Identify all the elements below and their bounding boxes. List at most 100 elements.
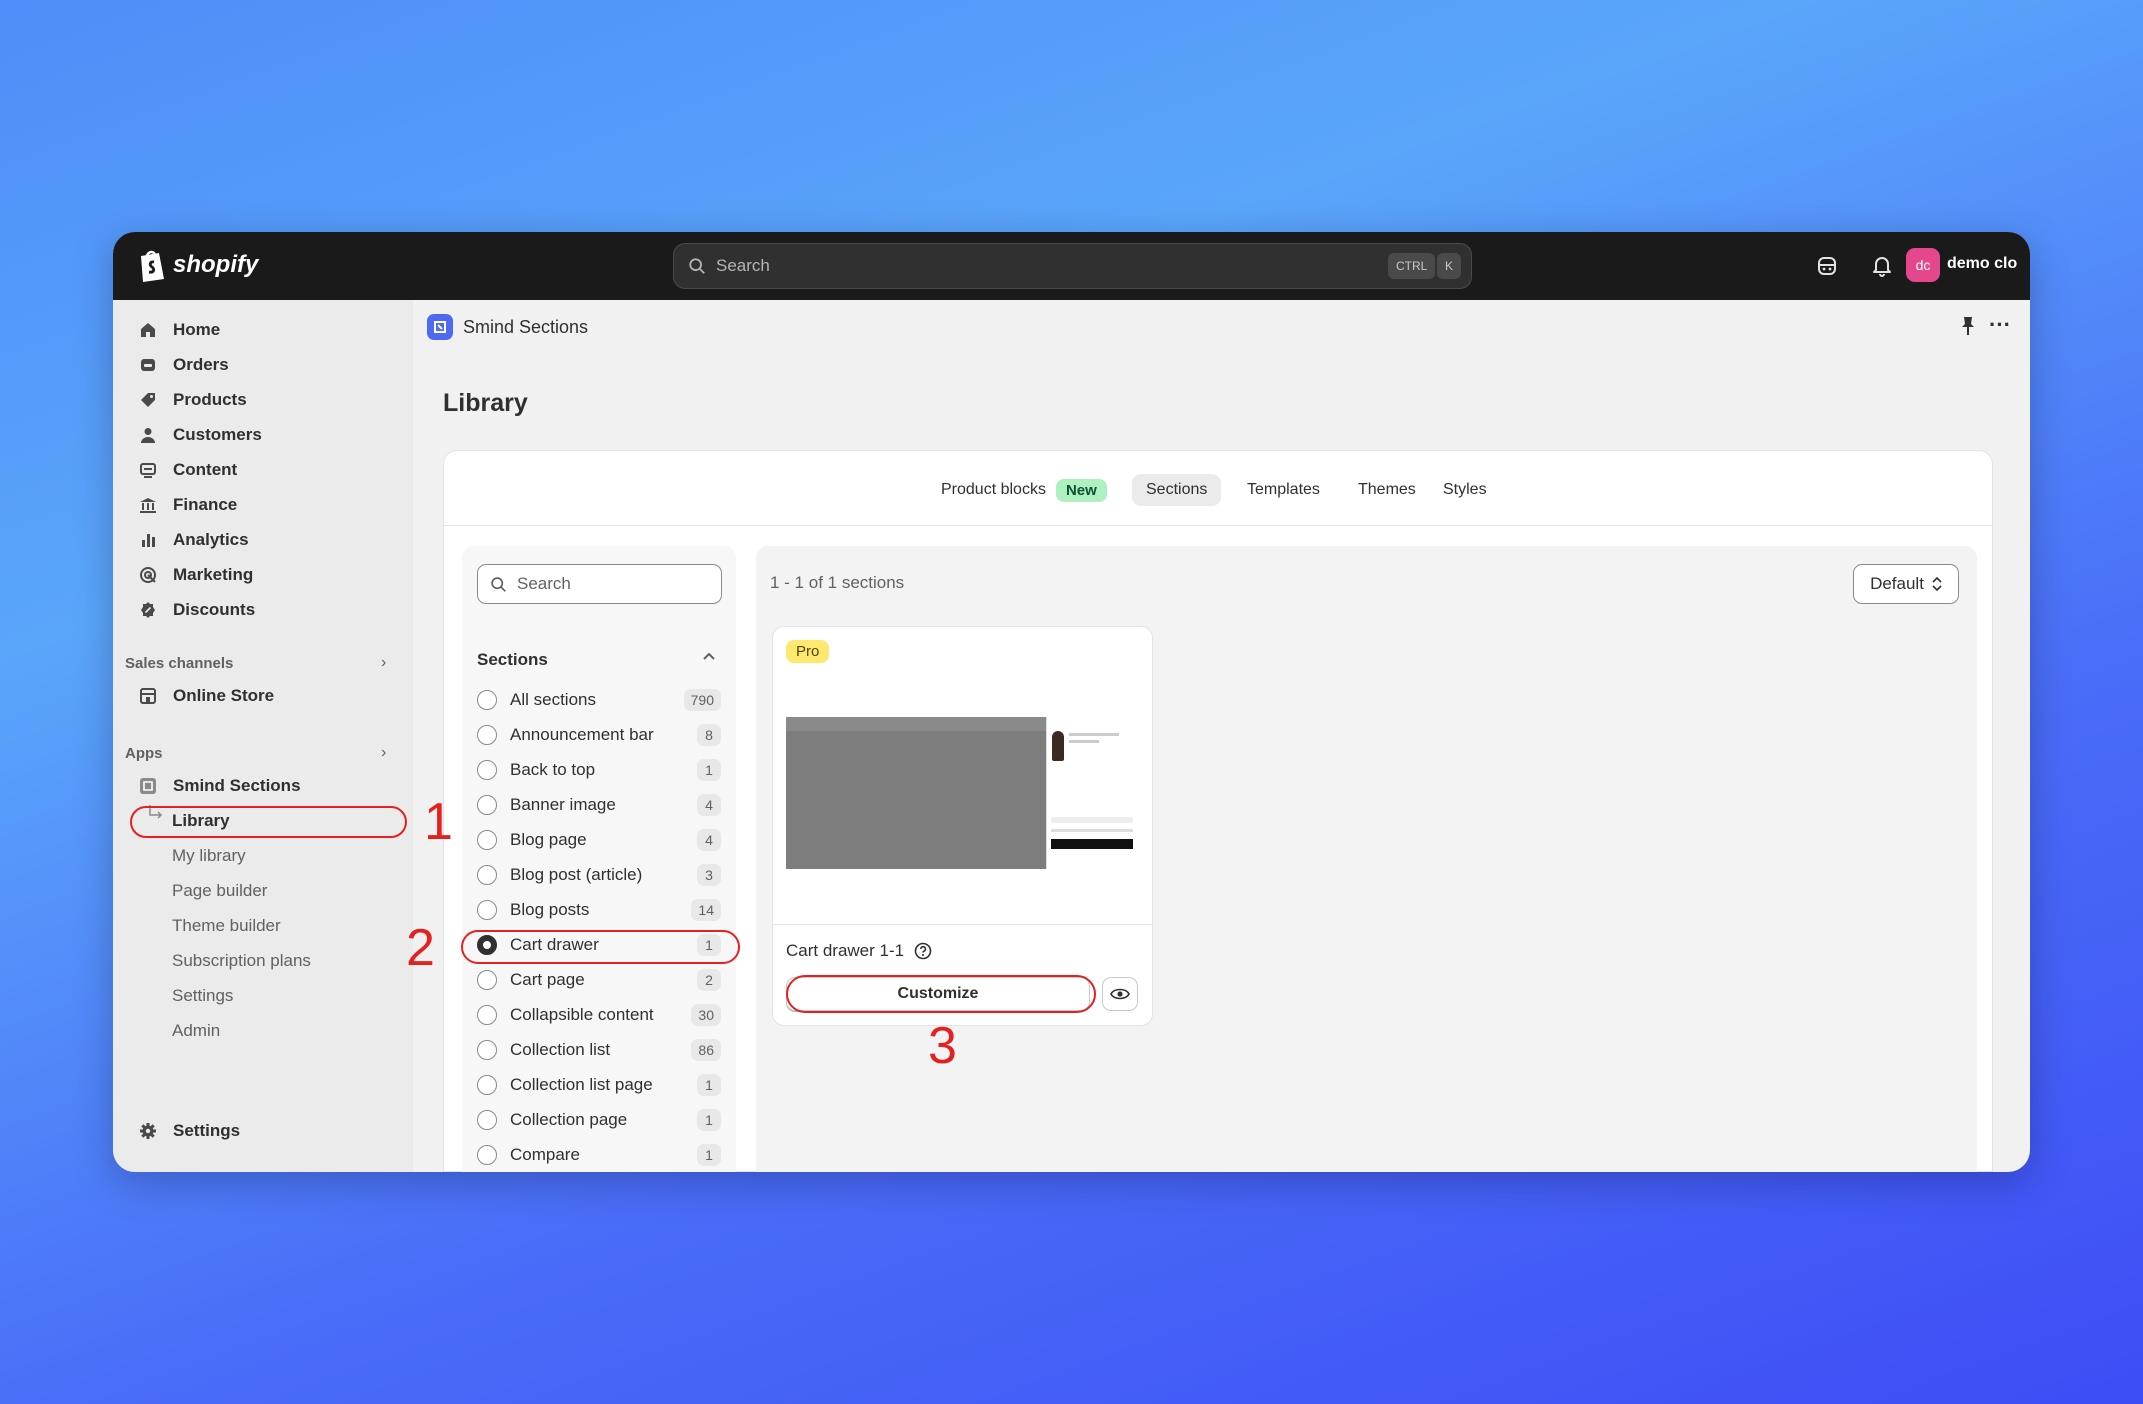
radio-button[interactable] [477,1145,497,1165]
gear-icon [137,1120,159,1142]
sidebar-item-label: Home [173,320,221,339]
search-icon [491,576,506,592]
preview-text-line [1051,829,1133,832]
bank-icon [137,494,159,516]
app-header: Smind Sections [427,314,588,340]
tab-product-blocks[interactable]: Product blocks New [927,474,1121,506]
filter-option-collection-page[interactable]: Collection page 1 [477,1105,721,1135]
pin-icon[interactable] [1959,316,1977,341]
radio-button[interactable] [477,1075,497,1095]
radio-button[interactable] [477,900,497,920]
section-preview-image[interactable] [786,717,1136,869]
radio-button[interactable] [477,865,497,885]
filter-option-all-sections[interactable]: All sections 790 [477,685,721,715]
filter-option-collection-list[interactable]: Collection list 86 [477,1035,721,1065]
sidebar-item-smind-sections[interactable]: Smind Sections [137,770,301,802]
preview-eye-button[interactable] [1102,977,1138,1011]
filter-option-blog-post-article[interactable]: Blog post (article) 3 [477,860,721,890]
option-label: Cart page [510,970,585,989]
shopify-logo[interactable]: shopify [137,248,258,282]
tab-themes[interactable]: Themes [1344,474,1430,506]
radio-button[interactable] [477,725,497,745]
orders-icon [137,354,159,376]
sidebar-item-customers[interactable]: Customers [137,419,262,451]
sidebar-item-discounts[interactable]: Discounts [137,594,255,626]
search-placeholder: Search [716,256,770,275]
option-label: Collection list [510,1040,611,1059]
library-card: Product blocks New Sections Templates Th… [443,450,1993,1172]
chevron-right-icon[interactable]: › [381,744,386,762]
sidebar-item-online-store[interactable]: Online Store [137,680,274,712]
tab-styles[interactable]: Styles [1429,474,1501,506]
sidebar-item-home[interactable]: Home [137,314,220,346]
filter-option-collapsible-content[interactable]: Collapsible content 30 [477,1000,721,1030]
top-bar: shopify Search CTRL K dc demo clo [113,232,2030,300]
filter-option-cart-page[interactable]: Cart page 2 [477,965,721,995]
filter-option-compare[interactable]: Compare 1 [477,1140,721,1170]
sales-channels-label[interactable]: Sales channels [125,655,233,672]
filter-option-blog-posts[interactable]: Blog posts 14 [477,895,721,925]
radio-button[interactable] [477,1110,497,1130]
option-label: Blog post (article) [510,865,643,884]
option-label: All sections [510,690,596,709]
sidebar-subitem-subscription-plans[interactable]: Subscription plans [172,951,311,971]
count-badge: 8 [697,724,721,746]
avatar[interactable]: dc [1906,248,1940,282]
page-title: Library [443,389,528,417]
section-search-input[interactable]: Search [477,564,722,604]
sidebar-item-finance[interactable]: Finance [137,489,237,521]
sidebar-subitem-theme-builder[interactable]: Theme builder [172,916,281,936]
sidebar-item-orders[interactable]: Orders [137,349,229,381]
annotation-box-library [130,806,407,838]
count-badge: 4 [697,794,721,816]
annotation-number-2: 2 [406,919,435,977]
sidebar-subitem-admin[interactable]: Admin [172,1021,220,1041]
bell-icon[interactable] [1868,252,1896,280]
content-icon [137,459,159,481]
filter-option-back-to-top[interactable]: Back to top 1 [477,755,721,785]
preview-cart-drawer [1046,717,1136,869]
sidebar-item-products[interactable]: Products [137,384,247,416]
sidebar-item-marketing[interactable]: Marketing [137,559,253,591]
sidebar-item-content[interactable]: Content [137,454,237,486]
help-icon[interactable] [914,942,932,960]
sidebar-item-settings[interactable]: Settings [137,1115,240,1147]
section-name-text: Cart drawer 1-1 [786,941,905,960]
sidebar-item-analytics[interactable]: Analytics [137,524,249,556]
count-badge: 3 [697,864,721,886]
tab-templates[interactable]: Templates [1233,474,1334,506]
radio-button[interactable] [477,1005,497,1025]
filter-option-announcement-bar[interactable]: Announcement bar 8 [477,720,721,750]
sidebar-item-label: Customers [173,425,262,444]
sidebar: Home Orders Products Customers Content F… [113,300,413,1172]
sort-select[interactable]: Default [1853,564,1959,604]
sidebar-subitem-page-builder[interactable]: Page builder [172,881,267,901]
sidebar-subitem-settings[interactable]: Settings [172,986,233,1006]
apps-label[interactable]: Apps [125,745,163,762]
section-card[interactable]: Pro Cart drawer 1-1 Customize [772,626,1153,1026]
global-search-input[interactable]: Search CTRL K [673,243,1472,289]
radio-button[interactable] [477,1040,497,1060]
sidebar-item-label: Content [173,460,238,479]
sidebar-item-label: Settings [173,1121,241,1140]
radio-button[interactable] [477,970,497,990]
chevron-right-icon[interactable]: › [381,654,386,672]
sidebar-item-label: Orders [173,355,229,374]
filter-option-collection-list-page[interactable]: Collection list page 1 [477,1070,721,1100]
person-icon [137,424,159,446]
radio-button[interactable] [477,830,497,850]
radio-button[interactable] [477,760,497,780]
filter-option-blog-page[interactable]: Blog page 4 [477,825,721,855]
store-name[interactable]: demo clo [1947,255,2017,273]
radio-button[interactable] [477,690,497,710]
filter-option-banner-image[interactable]: Banner image 4 [477,790,721,820]
preview-text-line [1069,740,1099,743]
more-options-icon[interactable]: ··· [1989,312,2011,338]
sidekick-icon[interactable] [1813,252,1841,280]
radio-button[interactable] [477,795,497,815]
chevron-up-icon[interactable] [702,650,716,669]
sidebar-subitem-my-library[interactable]: My library [172,846,246,866]
sections-filter-heading[interactable]: Sections [477,650,548,670]
shortcut-k-key: K [1437,253,1462,279]
tab-sections[interactable]: Sections [1132,474,1222,506]
